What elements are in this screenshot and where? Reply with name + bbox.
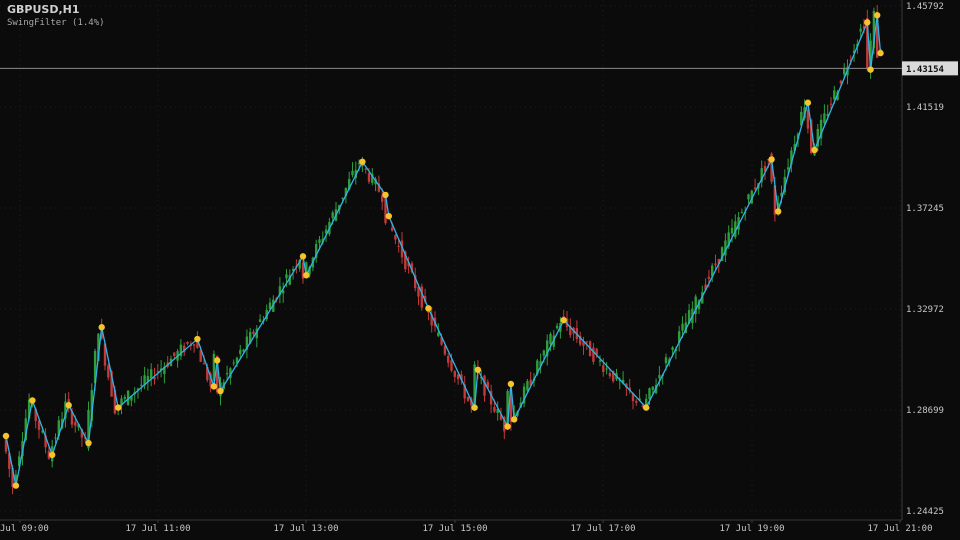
- swing-point: [2, 432, 10, 440]
- swing-point: [85, 439, 92, 447]
- swing-point: [811, 146, 818, 154]
- y-tick-label: 1.45792: [906, 2, 944, 12]
- candle: [522, 383, 526, 408]
- swing-point: [385, 212, 392, 220]
- symbol-title: GBPUSD,H1: [7, 3, 80, 16]
- candle: [163, 362, 166, 384]
- candle: [282, 282, 285, 303]
- candle: [156, 364, 159, 380]
- swing-point: [768, 156, 775, 163]
- candle: [140, 376, 143, 392]
- candle: [176, 348, 179, 368]
- price-chart[interactable]: 1.45792 1.41519 1.37245 1.32972 1.28699 1.244…: [0, 0, 960, 540]
- swing-point: [303, 272, 310, 279]
- x-tick-label: 17 Jul 17:00: [570, 524, 635, 534]
- candle: [592, 343, 595, 365]
- y-tick-label: 1.41519: [906, 103, 944, 113]
- candle: [133, 387, 136, 403]
- candle: [635, 399, 638, 406]
- candle: [179, 339, 183, 360]
- x-tick-label: 17 Jul 21:00: [867, 524, 932, 534]
- candle: [166, 356, 169, 369]
- candle: [255, 325, 258, 348]
- candle: [734, 214, 737, 240]
- candle: [394, 234, 397, 245]
- x-tick-label: 17 Jul 19:00: [719, 524, 784, 534]
- swing-point: [65, 402, 72, 409]
- candle: [678, 325, 681, 352]
- candle: [265, 304, 268, 322]
- swing-line: [5, 15, 882, 486]
- swing-point: [359, 158, 366, 165]
- swing-point: [877, 49, 884, 57]
- swing-point: [210, 383, 218, 390]
- candle: [453, 370, 456, 383]
- candle: [819, 114, 823, 146]
- y-tick-label: 1.37245: [906, 204, 944, 214]
- candle: [430, 306, 433, 333]
- swing-point: [98, 324, 105, 331]
- swing-point: [29, 397, 36, 404]
- x-tick-label: 17 Jul 13:00: [273, 524, 338, 534]
- swing-point: [49, 451, 56, 459]
- candle: [64, 393, 67, 428]
- swing-point: [217, 387, 224, 395]
- candle: [466, 396, 470, 402]
- swing-point: [511, 416, 518, 423]
- candle: [245, 329, 249, 359]
- candle: [334, 202, 338, 222]
- swing-point: [874, 12, 881, 19]
- candles: [4, 5, 882, 495]
- swing-point: [382, 191, 389, 199]
- swing-point: [194, 335, 201, 343]
- candle: [753, 178, 757, 191]
- candle: [258, 314, 262, 323]
- swing-point: [507, 380, 515, 388]
- current-price-label: 1.43154: [906, 65, 945, 75]
- swing-point: [804, 99, 812, 106]
- candle: [489, 384, 493, 414]
- candle: [483, 374, 486, 402]
- candle: [816, 123, 819, 152]
- candle: [278, 277, 282, 304]
- candle: [447, 353, 450, 368]
- x-tick-label: Jul 09:00: [0, 524, 49, 534]
- candle: [146, 368, 150, 391]
- swing-point: [504, 423, 511, 430]
- candle: [192, 343, 196, 353]
- candle: [575, 320, 579, 343]
- candle: [740, 208, 744, 214]
- swing-point: [12, 482, 20, 489]
- swing-point: [115, 404, 122, 411]
- swing-point: [560, 316, 567, 324]
- swing-point: [867, 66, 874, 73]
- candle: [351, 162, 354, 178]
- swing-point: [775, 208, 782, 215]
- candle: [186, 341, 189, 346]
- y-tick-label: 1.24425: [906, 507, 944, 517]
- candle: [150, 363, 153, 387]
- y-tick-label: 1.32972: [906, 305, 944, 315]
- x-tick-label: 17 Jul 15:00: [422, 524, 487, 534]
- indicator-label: SwingFilter (1.4%): [7, 18, 105, 28]
- grid: [0, 0, 902, 520]
- candle: [420, 283, 423, 311]
- swing-point: [643, 404, 650, 411]
- candle: [760, 160, 763, 188]
- swing-point: [864, 19, 871, 26]
- swing-point: [474, 366, 482, 373]
- candle: [315, 239, 318, 263]
- y-tick-label: 1.28699: [906, 406, 944, 416]
- swing-point: [299, 253, 307, 260]
- swing-point: [214, 357, 221, 364]
- candle: [724, 233, 727, 263]
- candle: [496, 401, 499, 421]
- x-tick-label: 17 Jul 11:00: [125, 524, 190, 534]
- candle: [232, 359, 235, 367]
- candle: [159, 360, 163, 378]
- candle: [555, 323, 559, 330]
- candle: [546, 334, 549, 366]
- swing-point: [425, 305, 432, 312]
- swing-point: [471, 404, 478, 411]
